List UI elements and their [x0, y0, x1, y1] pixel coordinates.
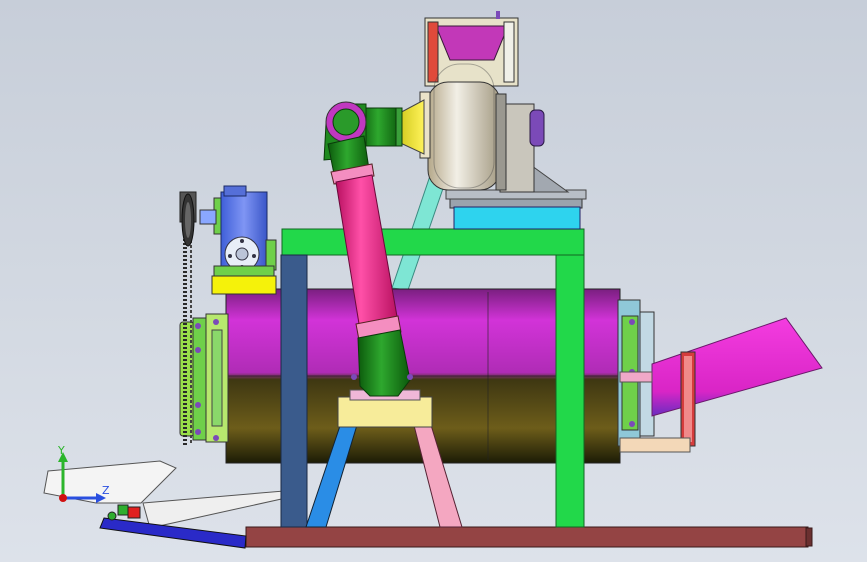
left-drum-flange	[179, 313, 229, 443]
z-axis-label: Z	[102, 484, 110, 497]
drive-sprocket	[181, 193, 195, 247]
gearbox	[199, 185, 277, 295]
y-axis-label: Y	[57, 444, 65, 457]
origin-marker	[59, 494, 67, 502]
base-plate	[245, 526, 813, 548]
cad-assembly-view: Y Z	[43, 11, 823, 549]
